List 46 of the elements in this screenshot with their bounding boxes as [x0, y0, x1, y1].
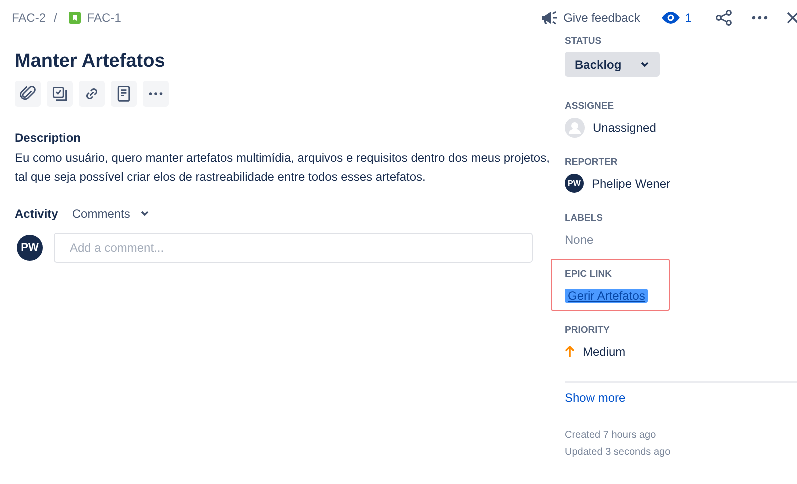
- show-more-link[interactable]: Show more: [565, 391, 626, 405]
- document-icon: [115, 85, 133, 103]
- more-icon[interactable]: [752, 15, 768, 21]
- breadcrumb-link[interactable]: FAC-1: [87, 11, 122, 25]
- field-value[interactable]: None: [565, 232, 594, 246]
- field-label: STATUS: [565, 36, 603, 48]
- user-avatar: PW: [17, 235, 43, 261]
- link-button[interactable]: [79, 81, 105, 107]
- field-label: PRIORITY: [565, 325, 611, 337]
- more-button[interactable]: [143, 81, 169, 107]
- activity-heading: Activity: [15, 207, 58, 221]
- arrow-up-icon: [565, 346, 575, 358]
- more-icon: [149, 92, 163, 96]
- breadcrumb-link[interactable]: FAC-2: [12, 11, 46, 25]
- issue-title: Manter Artefatos: [15, 51, 166, 73]
- chevron-icon: [140, 211, 150, 217]
- field-label: EPIC LINK: [565, 269, 613, 281]
- paperclip-icon: [19, 85, 37, 103]
- comment-field[interactable]: Add a comment...: [54, 233, 533, 263]
- field-label: LABELS: [565, 213, 604, 225]
- field-label: ASSIGNEE: [565, 101, 616, 113]
- paperclip-button[interactable]: [15, 81, 41, 107]
- checkbox-button[interactable]: [47, 81, 73, 107]
- watcher-count: 1: [685, 11, 692, 25]
- document-button[interactable]: [111, 81, 137, 107]
- megaphone-icon: [540, 10, 558, 26]
- share-icon[interactable]: [716, 10, 732, 26]
- description-text: Eu como usuário, quero manter artefatos multimídia, arquivos e requisitos dentro dos meus projetos, tal que seja possível criar elos de rastreabilidade entre todos esses artefatos.: [15, 150, 550, 186]
- priority-value[interactable]: Medium: [583, 344, 626, 358]
- field-label: REPORTER: [565, 157, 619, 169]
- chevron-icon: [640, 62, 650, 68]
- description-heading: Description: [15, 131, 82, 145]
- timestamp: Updated 3 seconds ago: [565, 446, 672, 460]
- reporter-value[interactable]: Phelipe Wener: [592, 176, 670, 190]
- checkbox-icon: [51, 85, 69, 103]
- give-feedback-link[interactable]: Give feedback: [564, 11, 640, 25]
- bookmark-icon: [69, 12, 82, 24]
- timestamp: Created 7 hours ago: [565, 429, 658, 443]
- eye-icon[interactable]: [662, 12, 680, 24]
- breadcrumb-separator: /: [54, 11, 58, 25]
- status-dropdown[interactable]: Backlog: [565, 52, 660, 77]
- user-avatar: PW: [565, 174, 584, 193]
- user-icon: [565, 118, 585, 138]
- close-icon[interactable]: [787, 12, 797, 24]
- assignee-value[interactable]: Unassigned: [593, 120, 656, 134]
- comments-dropdown[interactable]: Comments: [72, 207, 150, 221]
